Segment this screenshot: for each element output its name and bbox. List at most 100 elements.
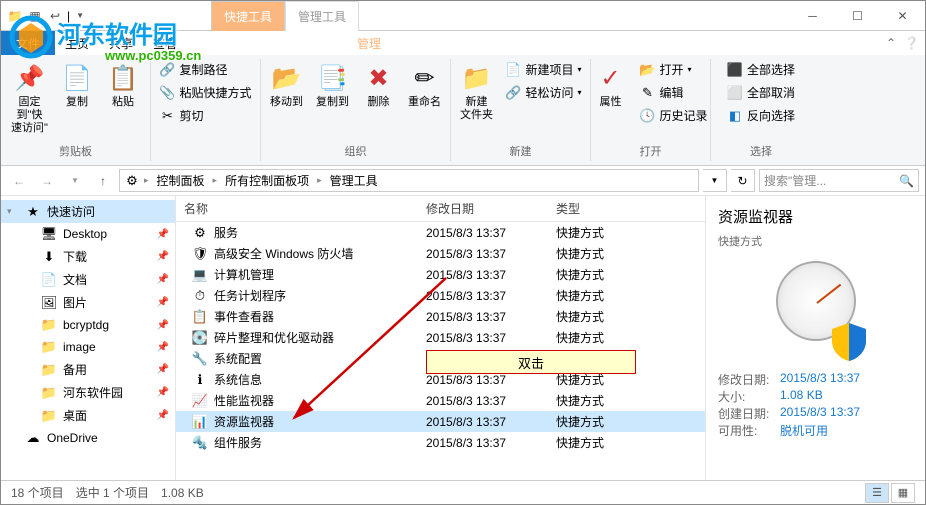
- new-folder-button[interactable]: 📁新建 文件夹: [455, 59, 497, 125]
- folder-icon: 📁: [41, 362, 57, 378]
- open-icon: 📂: [640, 62, 656, 78]
- pin-icon: 📌: [157, 297, 169, 308]
- nav-item-快速访问[interactable]: ▾★快速访问: [1, 200, 175, 223]
- link-icon: 🔗: [505, 85, 521, 101]
- invert-selection-button[interactable]: ◧反向选择: [723, 105, 799, 126]
- nav-item-下载[interactable]: ⬇下载📌: [1, 245, 175, 268]
- move-to-button[interactable]: 📂移动到: [266, 59, 308, 112]
- breadcrumb[interactable]: ⚙ ▸ 控制面板 ▸ 所有控制面板项 ▸ 管理工具: [119, 169, 699, 192]
- file-row[interactable]: 💽碎片整理和优化驱动器2015/8/3 13:37快捷方式: [176, 327, 705, 348]
- folder-icon: ⬇: [41, 249, 57, 265]
- file-icon: 💻: [192, 267, 208, 283]
- qat-undo-icon[interactable]: ↩: [47, 8, 63, 24]
- delete-button[interactable]: ✖删除: [358, 59, 400, 112]
- easy-access-button[interactable]: 🔗轻松访问▾: [501, 82, 585, 103]
- context-tab-shortcut-tools[interactable]: 快捷工具: [211, 1, 285, 31]
- file-icon: ⏱: [192, 288, 208, 304]
- help-icon[interactable]: ❔: [904, 36, 919, 50]
- pin-to-quick-access-button[interactable]: 📌固定到"快 速访问": [7, 59, 52, 138]
- status-items: 18 个项目: [11, 484, 64, 501]
- recent-locations-button[interactable]: ▼: [63, 169, 87, 193]
- forward-button[interactable]: →: [35, 169, 59, 193]
- select-none-button[interactable]: ⬜全部取消: [723, 82, 799, 103]
- file-row[interactable]: ⏱任务计划程序2015/8/3 13:37快捷方式: [176, 285, 705, 306]
- edit-button[interactable]: ✎编辑: [636, 82, 712, 103]
- new-item-icon: 📄: [505, 62, 521, 78]
- view-icons-button[interactable]: ▦: [891, 483, 915, 503]
- history-button[interactable]: 🕓历史记录: [636, 105, 712, 126]
- file-row[interactable]: 📋事件查看器2015/8/3 13:37快捷方式: [176, 306, 705, 327]
- edit-icon: ✎: [640, 85, 656, 101]
- refresh-button[interactable]: ▼: [703, 169, 727, 192]
- file-icon: ⚙: [192, 225, 208, 241]
- ribbon-collapse-icon[interactable]: ⌃: [886, 36, 896, 50]
- minimize-button[interactable]: ─: [790, 1, 835, 30]
- file-row[interactable]: 📈性能监视器2015/8/3 13:37快捷方式: [176, 390, 705, 411]
- open-button[interactable]: 📂打开▾: [636, 59, 712, 80]
- title-bar: 📁 ▦ ↩ | ▼ 快捷工具 管理工具 ─ ☐ ✕: [1, 1, 925, 31]
- detail-row: 修改日期:2015/8/3 13:37: [718, 371, 913, 388]
- maximize-button[interactable]: ☐: [835, 1, 880, 30]
- nav-item-desktop[interactable]: 🖥Desktop📌: [1, 223, 175, 245]
- folder-icon: 📁: [41, 317, 57, 333]
- paste-shortcut-button[interactable]: 📎粘贴快捷方式: [156, 82, 256, 103]
- copy-to-button[interactable]: 📑复制到: [312, 59, 354, 112]
- file-row[interactable]: 💻计算机管理2015/8/3 13:37快捷方式: [176, 264, 705, 285]
- properties-button[interactable]: ✓属性: [590, 59, 632, 112]
- pin-icon: 📌: [157, 320, 169, 331]
- nav-item-onedrive[interactable]: ☁OneDrive: [1, 427, 175, 449]
- column-type[interactable]: 类型: [556, 200, 646, 217]
- back-button[interactable]: ←: [7, 169, 31, 193]
- file-row[interactable]: 🔩组件服务2015/8/3 13:37快捷方式: [176, 432, 705, 453]
- details-title: 资源监视器: [718, 206, 913, 227]
- paste-button[interactable]: 📋粘贴: [102, 59, 144, 112]
- file-row[interactable]: ⚙服务2015/8/3 13:37快捷方式: [176, 222, 705, 243]
- breadcrumb-item[interactable]: 管理工具: [326, 170, 382, 191]
- breadcrumb-item[interactable]: 控制面板: [153, 170, 209, 191]
- navigation-pane[interactable]: ▾★快速访问🖥Desktop📌⬇下载📌📄文档📌🖼图片📌📁bcryptdg📌📁im…: [1, 196, 176, 482]
- qat-customize-icon[interactable]: ▼: [76, 11, 84, 20]
- tab-share[interactable]: 共享: [99, 31, 143, 56]
- up-button[interactable]: ↑: [91, 169, 115, 193]
- file-row[interactable]: 📊资源监视器2015/8/3 13:37快捷方式: [176, 411, 705, 432]
- select-none-icon: ⬜: [727, 85, 743, 101]
- tab-manage[interactable]: 管理: [347, 31, 391, 56]
- breadcrumb-item[interactable]: 所有控制面板项: [221, 170, 313, 191]
- pin-icon: 📌: [157, 387, 169, 398]
- search-input[interactable]: 搜索"管理... 🔍: [759, 169, 919, 192]
- column-headers[interactable]: 名称 修改日期 类型: [176, 196, 705, 222]
- folder-icon: 📁: [41, 339, 57, 355]
- close-button[interactable]: ✕: [880, 1, 925, 30]
- group-open-label: 打开: [591, 143, 710, 159]
- control-panel-icon: ⚙: [124, 173, 140, 189]
- nav-item-文档[interactable]: 📄文档📌: [1, 268, 175, 291]
- folder-icon: ★: [25, 204, 41, 220]
- refresh-icon[interactable]: ↻: [731, 169, 755, 192]
- nav-item-图片[interactable]: 🖼图片📌: [1, 291, 175, 314]
- file-menu[interactable]: 文件: [1, 31, 55, 55]
- column-date[interactable]: 修改日期: [426, 200, 556, 217]
- history-icon: 🕓: [640, 108, 656, 124]
- file-icon: 📋: [192, 309, 208, 325]
- copy-button[interactable]: 📄复制: [56, 59, 98, 112]
- context-tab-manage-tools[interactable]: 管理工具: [285, 1, 359, 31]
- nav-item-bcryptdg[interactable]: 📁bcryptdg📌: [1, 314, 175, 336]
- new-item-button[interactable]: 📄新建项目▾: [501, 59, 585, 80]
- cut-button[interactable]: ✂剪切: [156, 105, 256, 126]
- group-organize-label: 组织: [261, 143, 450, 159]
- tab-view[interactable]: 查看: [143, 31, 187, 56]
- nav-item-河东软件园[interactable]: 📁河东软件园📌: [1, 381, 175, 404]
- nav-item-桌面[interactable]: 📁桌面📌: [1, 404, 175, 427]
- shortcut-icon: 📎: [160, 85, 176, 101]
- qat-properties-icon[interactable]: ▦: [27, 8, 43, 24]
- file-row[interactable]: 🛡高级安全 Windows 防火墙2015/8/3 13:37快捷方式: [176, 243, 705, 264]
- rename-button[interactable]: ✏重命名: [404, 59, 446, 112]
- copy-path-button[interactable]: 🔗复制路径: [156, 59, 256, 80]
- view-details-button[interactable]: ☰: [865, 483, 889, 503]
- nav-item-备用[interactable]: 📁备用📌: [1, 358, 175, 381]
- tab-home[interactable]: 主页: [55, 31, 99, 56]
- nav-item-image[interactable]: 📁image📌: [1, 336, 175, 358]
- select-all-button[interactable]: ⬛全部选择: [723, 59, 799, 80]
- group-clipboard-label: 剪贴板: [1, 143, 150, 159]
- column-name[interactable]: 名称: [176, 200, 426, 217]
